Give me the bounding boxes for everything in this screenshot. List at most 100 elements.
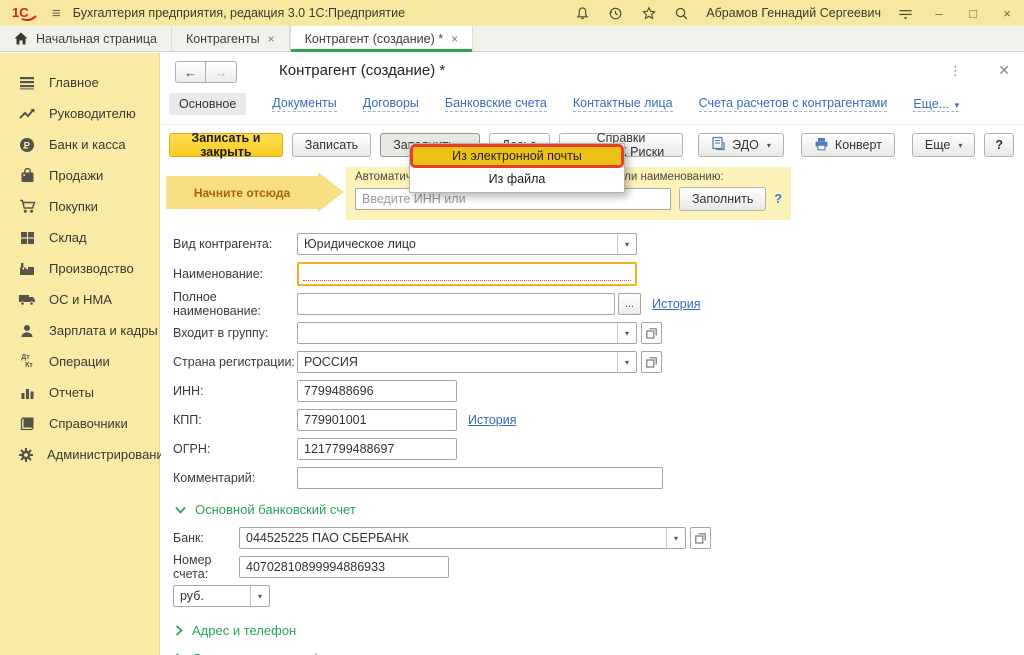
sidebar-item-sklad[interactable]: Склад bbox=[0, 222, 159, 253]
forward-button[interactable]: → bbox=[206, 61, 237, 83]
tab-kontragenty[interactable]: Контрагенты × bbox=[171, 26, 290, 51]
autofill-help-link[interactable]: ? bbox=[774, 192, 782, 206]
maximize-button[interactable]: □ bbox=[964, 6, 982, 21]
form-body: Вид контрагента: Юридическое лицо ▾ Наим… bbox=[161, 223, 1024, 655]
section-panel: Главное Руководителю Р Банк и касса Прод… bbox=[0, 53, 160, 655]
app-title: Бухгалтерия предприятия, редакция 3.0 1С… bbox=[73, 6, 405, 20]
home-icon bbox=[14, 32, 28, 45]
group-combobox[interactable]: ▾ bbox=[297, 322, 637, 344]
notifications-bell-icon[interactable] bbox=[574, 5, 591, 22]
ogrn-input[interactable]: 1217799488697 bbox=[297, 438, 457, 460]
country-combobox[interactable]: РОССИЯ ▾ bbox=[297, 351, 637, 373]
chevron-collapsed-icon bbox=[175, 625, 183, 636]
form-close-icon[interactable]: ✕ bbox=[998, 62, 1010, 79]
full-name-history-link[interactable]: История bbox=[652, 297, 700, 311]
sidebar-item-administrirovanie[interactable]: Администрирование bbox=[0, 439, 159, 470]
kpp-history-link[interactable]: История bbox=[468, 413, 516, 427]
currency-combobox[interactable]: руб. ▾ bbox=[173, 585, 270, 607]
edo-doc-icon bbox=[711, 136, 726, 154]
address-phone-section-toggle[interactable]: Адрес и телефон bbox=[175, 623, 1024, 638]
chevron-down-icon[interactable]: ▾ bbox=[617, 323, 636, 343]
current-user[interactable]: Абрамов Геннадий Сергеевич bbox=[706, 6, 881, 20]
sidebar-item-spravochniki[interactable]: Справочники bbox=[0, 408, 159, 439]
save-and-close-button[interactable]: Записать и закрыть bbox=[169, 133, 283, 157]
tab-close-icon[interactable]: × bbox=[268, 32, 275, 46]
choose-button[interactable]: ... bbox=[618, 293, 641, 315]
person-icon bbox=[18, 322, 36, 340]
sidebar-item-prodazhi[interactable]: Продажи bbox=[0, 160, 159, 191]
fill-dropdown-menu: Из электронной почты Из файла bbox=[409, 143, 625, 193]
sidebar-item-zarplata-kadry[interactable]: Зарплата и кадры bbox=[0, 315, 159, 346]
sidebar-item-bank-kassa[interactable]: Р Банк и касса bbox=[0, 129, 159, 160]
additional-info-section-toggle[interactable]: Дополнительная информация bbox=[175, 651, 1024, 655]
help-button[interactable]: ? bbox=[984, 133, 1014, 157]
sidebar-item-operacii[interactable]: Дт Кт Операции bbox=[0, 346, 159, 377]
favorites-star-icon[interactable] bbox=[640, 5, 657, 22]
nav-tab-bankovskie-scheta[interactable]: Банковские счета bbox=[445, 96, 547, 112]
main-menu-icon[interactable]: ≡ bbox=[52, 6, 61, 21]
back-button[interactable]: ← bbox=[175, 61, 206, 83]
chevron-expanded-icon bbox=[175, 506, 186, 514]
field-label-inn: ИНН: bbox=[173, 384, 297, 398]
full-name-input[interactable] bbox=[297, 293, 615, 315]
nav-tab-osnovnoe[interactable]: Основное bbox=[169, 93, 246, 115]
book-icon bbox=[18, 415, 36, 433]
debit-credit-icon: Дт Кт bbox=[18, 353, 36, 371]
menu-item-from-email[interactable]: Из электронной почты bbox=[410, 144, 624, 168]
form-header: ← → Контрагент (создание) * ⋮ ✕ bbox=[161, 53, 1024, 89]
form-menu-kebab-icon[interactable]: ⋮ bbox=[949, 63, 962, 79]
open-bank-icon[interactable] bbox=[690, 527, 711, 549]
sidebar-item-os-nma[interactable]: ОС и НМА bbox=[0, 284, 159, 315]
titlebar: 1С ≡ Бухгалтерия предприятия, редакция 3… bbox=[0, 0, 1024, 26]
chevron-down-icon[interactable]: ▾ bbox=[617, 352, 636, 372]
tab-kontragent-create[interactable]: Контрагент (создание) * × bbox=[290, 26, 474, 51]
nav-tab-kontaktnye-lica[interactable]: Контактные лица bbox=[573, 96, 673, 112]
chevron-down-icon[interactable]: ▾ bbox=[250, 586, 269, 606]
autofill-fill-button[interactable]: Заполнить bbox=[679, 187, 766, 211]
edo-button[interactable]: ЭДО▾ bbox=[698, 133, 784, 157]
minimize-button[interactable]: – bbox=[930, 6, 948, 21]
name-input[interactable] bbox=[297, 262, 637, 286]
field-label-group: Входит в группу: bbox=[173, 326, 297, 340]
gear-icon bbox=[18, 446, 34, 464]
account-number-input[interactable]: 40702810899994886933 bbox=[239, 556, 449, 578]
sidebar-item-pokupki[interactable]: Покупки bbox=[0, 191, 159, 222]
tab-close-icon[interactable]: × bbox=[451, 32, 458, 46]
tab-home[interactable]: Начальная страница bbox=[0, 26, 171, 51]
nav-tab-scheta-raschetov[interactable]: Счета расчетов с контрагентами bbox=[699, 96, 888, 112]
history-icon[interactable] bbox=[607, 5, 624, 22]
field-label-full-name: Полное наименование: bbox=[173, 290, 297, 318]
bank-account-section-toggle[interactable]: Основной банковский счет bbox=[175, 502, 1024, 517]
bank-combobox[interactable]: 044525225 ПАО СБЕРБАНК ▾ bbox=[239, 527, 686, 549]
start-here-arrow: Начните отсюда bbox=[166, 176, 318, 209]
sidebar-item-glavnoe[interactable]: Главное bbox=[0, 67, 159, 98]
form-title: Контрагент (создание) * bbox=[279, 62, 445, 79]
sidebar-item-otchety[interactable]: Отчеты bbox=[0, 377, 159, 408]
comment-input[interactable] bbox=[297, 467, 663, 489]
nav-tab-dokumenty[interactable]: Документы bbox=[272, 96, 336, 112]
nav-tab-dogovory[interactable]: Договоры bbox=[363, 96, 419, 112]
inn-input[interactable]: 7799488696 bbox=[297, 380, 457, 402]
more-button[interactable]: Еще▾ bbox=[912, 133, 975, 157]
chevron-down-icon[interactable]: ▾ bbox=[617, 234, 636, 254]
save-button[interactable]: Записать bbox=[292, 133, 371, 157]
form-kontragent: ← → Контрагент (создание) * ⋮ ✕ Основное… bbox=[161, 53, 1024, 655]
search-icon[interactable] bbox=[673, 5, 690, 22]
warehouse-icon bbox=[18, 229, 36, 247]
1c-logo-icon: 1С bbox=[12, 5, 38, 21]
kind-combobox[interactable]: Юридическое лицо ▾ bbox=[297, 233, 637, 255]
close-window-button[interactable]: × bbox=[998, 6, 1016, 21]
menu-item-from-file[interactable]: Из файла bbox=[410, 168, 624, 190]
service-menu-icon[interactable] bbox=[897, 5, 914, 22]
required-marker bbox=[303, 280, 631, 281]
sidebar-item-proizvodstvo[interactable]: Производство bbox=[0, 253, 159, 284]
cart-icon bbox=[18, 198, 36, 216]
sidebar-item-rukovoditelyu[interactable]: Руководителю bbox=[0, 98, 159, 129]
open-group-icon[interactable] bbox=[641, 322, 662, 344]
envelope-button[interactable]: Конверт bbox=[801, 133, 895, 157]
field-label-comment: Комментарий: bbox=[173, 471, 297, 485]
chevron-down-icon[interactable]: ▾ bbox=[666, 528, 685, 548]
kpp-input[interactable]: 779901001 bbox=[297, 409, 457, 431]
nav-more-button[interactable]: Еще... ▾ bbox=[913, 97, 959, 112]
open-country-icon[interactable] bbox=[641, 351, 662, 373]
